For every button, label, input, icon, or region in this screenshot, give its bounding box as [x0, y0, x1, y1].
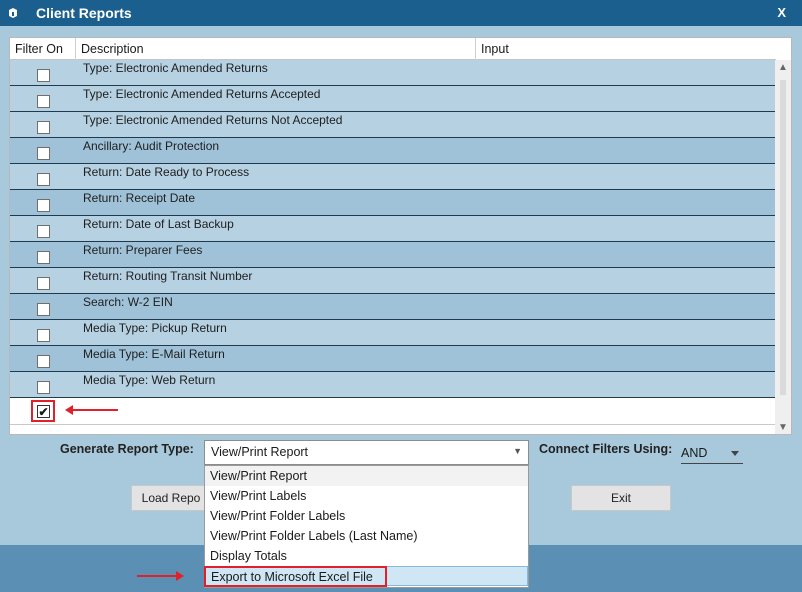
row-description: Type: Electronic Amended Returns Not Acc… [83, 113, 343, 127]
table-row[interactable]: Return: Date Ready to Process [10, 164, 776, 190]
chevron-down-icon [731, 451, 739, 456]
column-header-description[interactable]: Description [76, 38, 476, 60]
highlight-box: ✔ [31, 400, 55, 422]
table-row[interactable]: Return: Receipt Date [10, 190, 776, 216]
connect-filters-select[interactable]: AND [681, 444, 743, 464]
red-arrow-icon [65, 405, 118, 415]
generate-report-type-label: Generate Report Type: [60, 442, 194, 456]
close-icon[interactable]: X [777, 5, 786, 20]
row-description: Search: W-2 EIN [83, 295, 173, 309]
filter-checkbox[interactable] [37, 225, 50, 238]
scroll-up-icon[interactable]: ▲ [778, 62, 788, 73]
filter-grid: Filter On Description Input Type: Electr… [9, 37, 792, 435]
table-row[interactable]: Type: Electronic Amended Returns [10, 60, 776, 86]
chevron-down-icon: ▼ [513, 446, 522, 456]
table-row[interactable]: Ancillary: Audit Protection [10, 138, 776, 164]
scroll-down-icon[interactable]: ▼ [778, 422, 788, 433]
filter-checkbox[interactable] [37, 277, 50, 290]
table-row-new[interactable]: ✔ [10, 398, 776, 425]
table-row[interactable]: Return: Date of Last Backup [10, 216, 776, 242]
scrollbar-thumb[interactable] [780, 80, 786, 395]
row-description: Return: Receipt Date [83, 191, 196, 205]
column-header-input[interactable]: Input [476, 38, 776, 60]
dropdown-option[interactable]: View/Print Report [205, 466, 528, 486]
column-header-filter-on[interactable]: Filter On [10, 38, 76, 60]
red-arrow-icon [137, 571, 184, 581]
grid-rows: Type: Electronic Amended Returns Type: E… [10, 60, 776, 425]
table-row[interactable]: Media Type: Pickup Return [10, 320, 776, 346]
filter-checkbox[interactable] [37, 251, 50, 264]
connect-filters-value: AND [681, 446, 708, 460]
table-row[interactable]: Type: Electronic Amended Returns Accepte… [10, 86, 776, 112]
filter-checkbox[interactable] [37, 381, 50, 394]
table-row[interactable]: Media Type: Web Return [10, 372, 776, 398]
exit-button[interactable]: Exit [571, 485, 671, 511]
dropdown-option[interactable]: Display Totals [205, 546, 528, 566]
highlight-box [204, 566, 387, 587]
row-description: Media Type: E-Mail Return [83, 347, 225, 361]
table-row[interactable]: Return: Routing Transit Number [10, 268, 776, 294]
filter-checkbox[interactable] [37, 95, 50, 108]
report-type-value: View/Print Report [211, 445, 309, 459]
dropdown-option[interactable]: View/Print Folder Labels (Last Name) [205, 526, 528, 546]
load-report-button[interactable]: Load Repo [131, 485, 211, 511]
connect-filters-label: Connect Filters Using: [539, 442, 673, 456]
filter-checkbox[interactable] [37, 147, 50, 160]
filter-checkbox[interactable] [37, 121, 50, 134]
filter-checkbox[interactable] [37, 355, 50, 368]
row-description: Return: Date of Last Backup [83, 217, 234, 231]
report-type-select[interactable]: View/Print Report ▼ [204, 440, 529, 465]
row-description: Media Type: Pickup Return [83, 321, 227, 335]
filter-checkbox[interactable] [37, 329, 50, 342]
row-description: Ancillary: Audit Protection [83, 139, 220, 153]
filter-checkbox[interactable] [37, 199, 50, 212]
filter-checkbox[interactable] [37, 303, 50, 316]
table-row[interactable]: Type: Electronic Amended Returns Not Acc… [10, 112, 776, 138]
row-description: Return: Routing Transit Number [83, 269, 253, 283]
filter-checkbox[interactable] [37, 173, 50, 186]
table-row[interactable]: Search: W-2 EIN [10, 294, 776, 320]
row-description: Return: Preparer Fees [83, 243, 203, 257]
checked-checkbox[interactable]: ✔ [37, 405, 50, 418]
dropdown-option[interactable]: View/Print Folder Labels [205, 506, 528, 526]
table-row[interactable]: Media Type: E-Mail Return [10, 346, 776, 372]
row-description: Type: Electronic Amended Returns [83, 61, 268, 75]
row-description: Return: Date Ready to Process [83, 165, 250, 179]
row-description: Type: Electronic Amended Returns Accepte… [83, 87, 321, 101]
filter-checkbox[interactable] [37, 69, 50, 82]
grid-header: Filter On Description Input [10, 38, 776, 60]
title-bar: Client Reports X [0, 0, 802, 26]
window-title: Client Reports [36, 5, 132, 21]
row-description: Media Type: Web Return [83, 373, 216, 387]
table-row[interactable]: Return: Preparer Fees [10, 242, 776, 268]
app-icon [6, 6, 20, 20]
vertical-scrollbar[interactable]: ▲ ▼ [775, 60, 791, 434]
dropdown-option[interactable]: View/Print Labels [205, 486, 528, 506]
